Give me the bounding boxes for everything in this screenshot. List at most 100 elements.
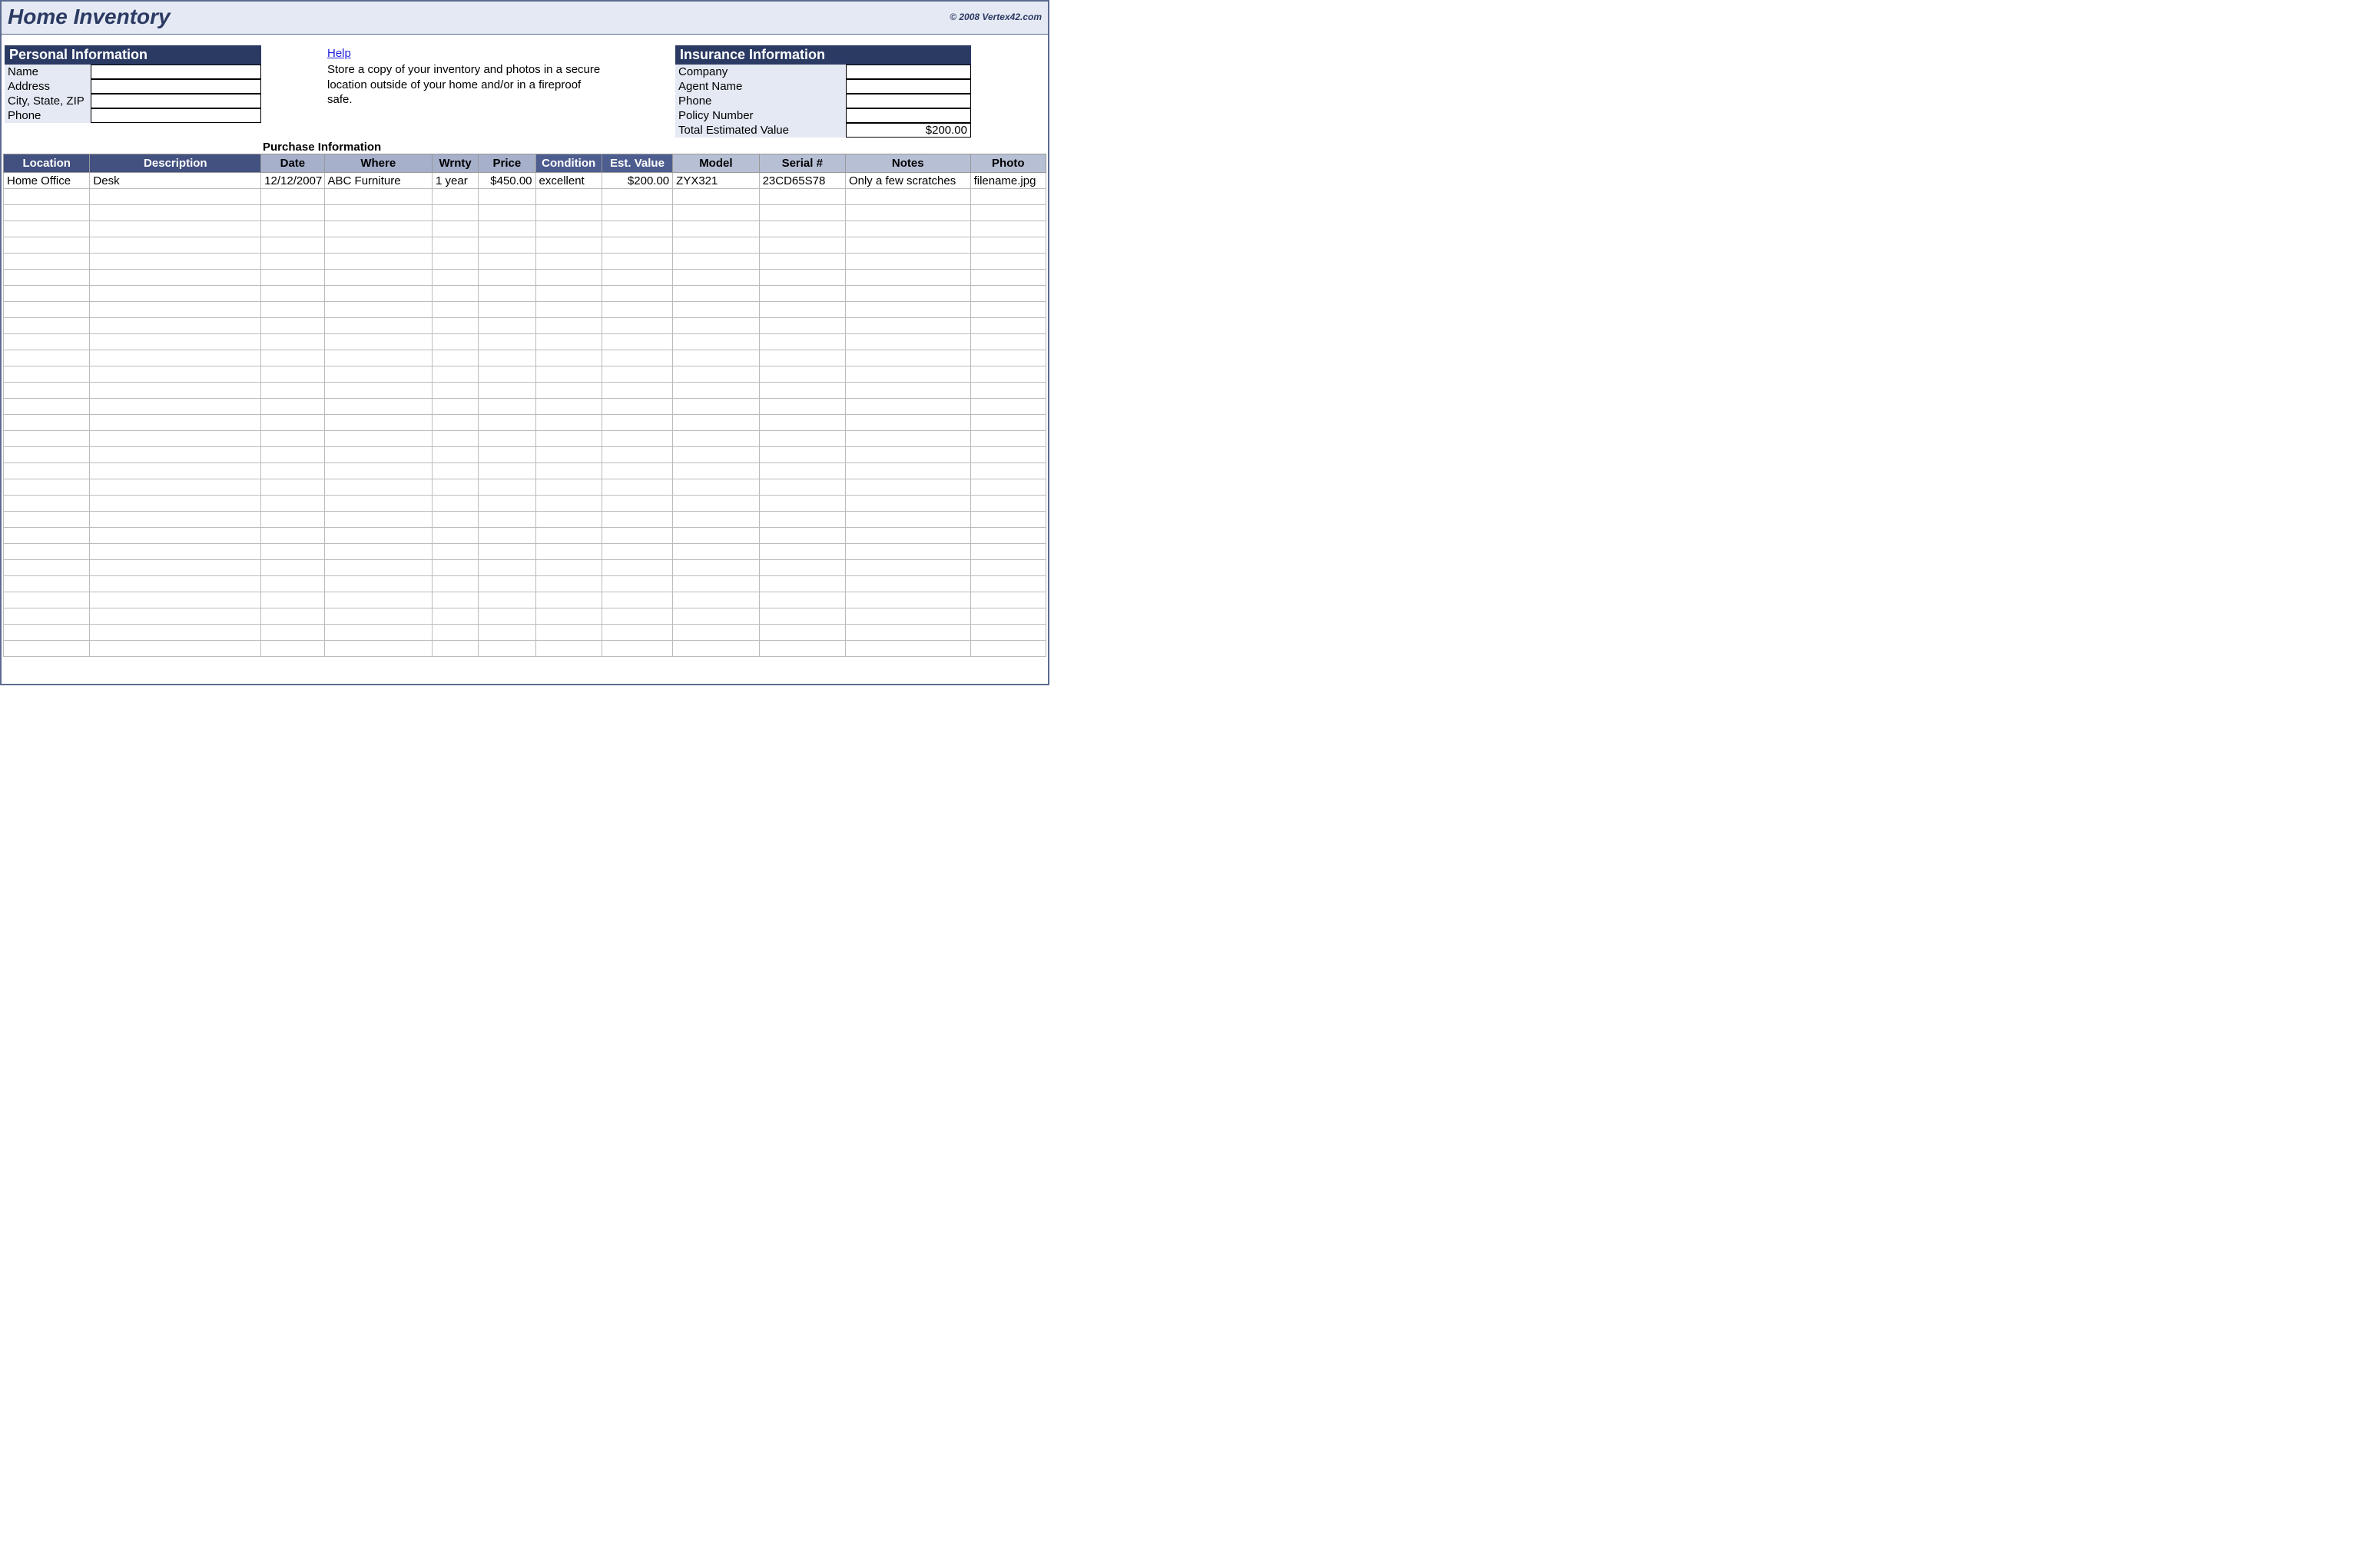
cell-serial[interactable] <box>759 608 845 625</box>
cell-model[interactable] <box>673 221 759 237</box>
table-row[interactable] <box>4 576 1046 592</box>
cell-date[interactable] <box>261 608 324 625</box>
cell-est_value[interactable] <box>602 302 672 318</box>
cell-notes[interactable] <box>845 641 970 657</box>
cell-where[interactable] <box>324 366 433 383</box>
cell-notes[interactable] <box>845 205 970 221</box>
cell-serial[interactable] <box>759 463 845 479</box>
cell-condition[interactable] <box>535 366 602 383</box>
cell-where[interactable] <box>324 254 433 270</box>
table-row[interactable] <box>4 318 1046 334</box>
cell-condition[interactable] <box>535 512 602 528</box>
cell-model[interactable] <box>673 415 759 431</box>
cell-location[interactable] <box>4 544 90 560</box>
cell-price[interactable] <box>479 479 535 496</box>
cell-price[interactable] <box>479 592 535 608</box>
cell-photo[interactable] <box>970 350 1046 366</box>
cell-photo[interactable] <box>970 286 1046 302</box>
table-row[interactable] <box>4 350 1046 366</box>
cell-est_value[interactable] <box>602 576 672 592</box>
cell-wrnty[interactable] <box>433 189 479 205</box>
col-model[interactable]: Model <box>673 154 759 173</box>
table-row[interactable] <box>4 463 1046 479</box>
cell-where[interactable]: ABC Furniture <box>324 173 433 189</box>
cell-est_value[interactable] <box>602 496 672 512</box>
cell-date[interactable] <box>261 205 324 221</box>
cell-location[interactable] <box>4 302 90 318</box>
cell-where[interactable] <box>324 625 433 641</box>
cell-photo[interactable] <box>970 254 1046 270</box>
cell-model[interactable] <box>673 463 759 479</box>
cell-photo[interactable] <box>970 399 1046 415</box>
cell-condition[interactable] <box>535 560 602 576</box>
cell-notes[interactable] <box>845 608 970 625</box>
cell-wrnty[interactable] <box>433 608 479 625</box>
cell-photo[interactable] <box>970 496 1046 512</box>
cell-price[interactable] <box>479 415 535 431</box>
cell-serial[interactable] <box>759 415 845 431</box>
cell-wrnty[interactable] <box>433 334 479 350</box>
personal-address-input[interactable] <box>91 79 261 94</box>
cell-notes[interactable] <box>845 334 970 350</box>
cell-location[interactable] <box>4 512 90 528</box>
cell-price[interactable] <box>479 641 535 657</box>
cell-condition[interactable] <box>535 608 602 625</box>
cell-location[interactable] <box>4 350 90 366</box>
cell-where[interactable] <box>324 383 433 399</box>
cell-serial[interactable] <box>759 366 845 383</box>
cell-est_value[interactable] <box>602 463 672 479</box>
cell-photo[interactable] <box>970 334 1046 350</box>
cell-description[interactable] <box>90 592 261 608</box>
cell-condition[interactable] <box>535 399 602 415</box>
cell-price[interactable] <box>479 383 535 399</box>
cell-model[interactable] <box>673 479 759 496</box>
cell-wrnty[interactable] <box>433 254 479 270</box>
table-row[interactable] <box>4 528 1046 544</box>
cell-condition[interactable] <box>535 302 602 318</box>
cell-price[interactable] <box>479 544 535 560</box>
cell-location[interactable] <box>4 318 90 334</box>
cell-where[interactable] <box>324 576 433 592</box>
cell-location[interactable] <box>4 560 90 576</box>
cell-price[interactable] <box>479 270 535 286</box>
table-row[interactable] <box>4 302 1046 318</box>
col-notes[interactable]: Notes <box>845 154 970 173</box>
cell-notes[interactable] <box>845 528 970 544</box>
cell-description[interactable] <box>90 560 261 576</box>
cell-where[interactable] <box>324 205 433 221</box>
cell-est_value[interactable] <box>602 544 672 560</box>
cell-notes[interactable] <box>845 576 970 592</box>
table-row[interactable] <box>4 544 1046 560</box>
cell-wrnty[interactable] <box>433 592 479 608</box>
cell-location[interactable] <box>4 415 90 431</box>
cell-notes[interactable] <box>845 479 970 496</box>
cell-condition[interactable] <box>535 318 602 334</box>
cell-est_value[interactable] <box>602 512 672 528</box>
cell-photo[interactable] <box>970 318 1046 334</box>
cell-wrnty[interactable] <box>433 366 479 383</box>
cell-photo[interactable] <box>970 415 1046 431</box>
cell-model[interactable] <box>673 512 759 528</box>
cell-location[interactable] <box>4 576 90 592</box>
cell-notes[interactable] <box>845 366 970 383</box>
cell-date[interactable] <box>261 592 324 608</box>
cell-date[interactable] <box>261 189 324 205</box>
table-row[interactable] <box>4 625 1046 641</box>
cell-serial[interactable] <box>759 286 845 302</box>
table-row[interactable] <box>4 205 1046 221</box>
cell-date[interactable] <box>261 625 324 641</box>
cell-photo[interactable] <box>970 512 1046 528</box>
cell-photo[interactable]: filename.jpg <box>970 173 1046 189</box>
cell-est_value[interactable] <box>602 625 672 641</box>
cell-notes[interactable] <box>845 237 970 254</box>
cell-location[interactable] <box>4 286 90 302</box>
cell-photo[interactable] <box>970 205 1046 221</box>
cell-wrnty[interactable] <box>433 625 479 641</box>
cell-wrnty[interactable] <box>433 286 479 302</box>
cell-description[interactable] <box>90 399 261 415</box>
cell-est_value[interactable] <box>602 237 672 254</box>
cell-location[interactable] <box>4 447 90 463</box>
personal-name-input[interactable] <box>91 65 261 79</box>
cell-condition[interactable] <box>535 237 602 254</box>
cell-description[interactable] <box>90 254 261 270</box>
